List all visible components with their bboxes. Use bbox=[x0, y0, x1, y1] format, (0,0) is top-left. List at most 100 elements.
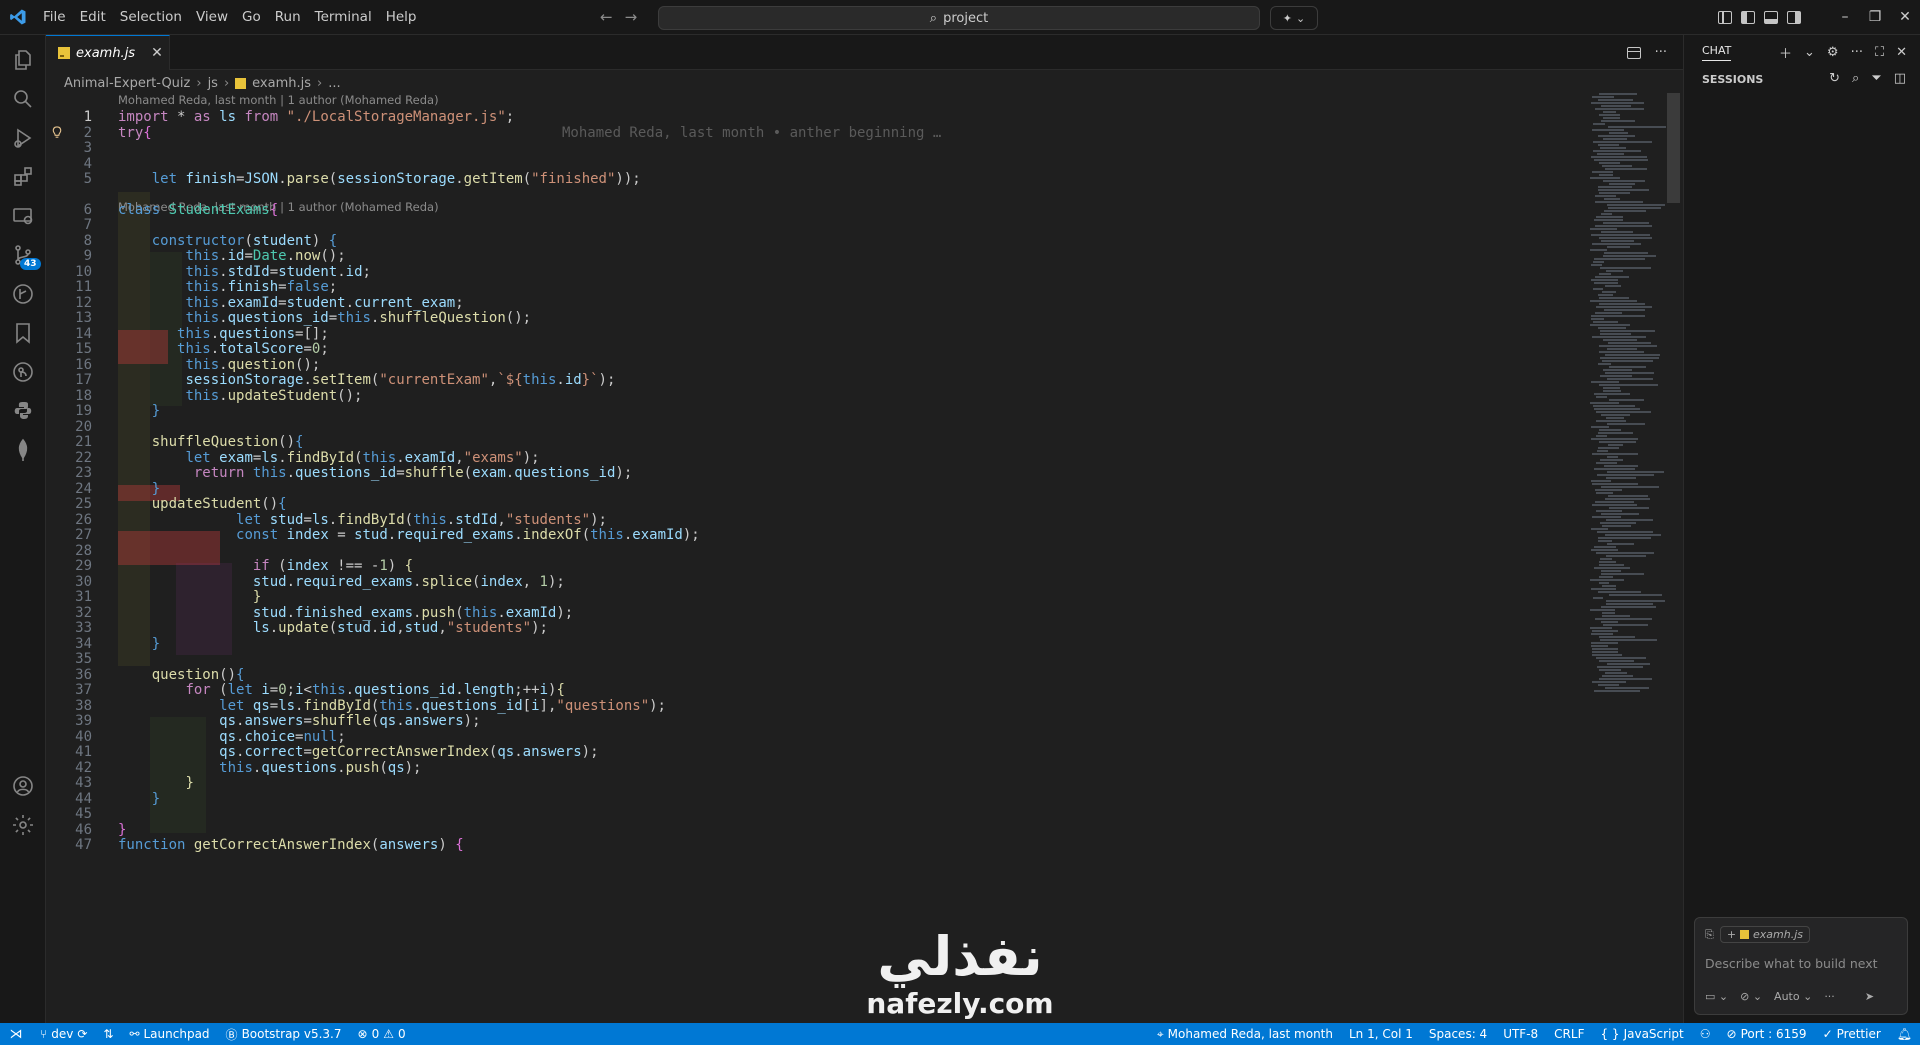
model-picker[interactable]: Auto ⌄ bbox=[1774, 990, 1812, 1003]
tab-examh-js[interactable]: examh.js ✕ bbox=[46, 35, 170, 70]
minimap-line bbox=[1596, 216, 1623, 218]
minimap-line bbox=[1599, 564, 1624, 566]
toggle-secondary-sidebar-icon[interactable] bbox=[1787, 11, 1801, 24]
breadcrumb-file[interactable]: examh.js bbox=[252, 76, 311, 91]
minimap-line bbox=[1599, 93, 1637, 95]
close-icon[interactable]: ✕ bbox=[151, 45, 163, 61]
code-line[interactable]: 5 let finish=JSON.parse(sessionStorage.g… bbox=[46, 170, 1546, 189]
tools-icon[interactable]: ⊘ ⌄ bbox=[1740, 990, 1762, 1003]
minimap-line bbox=[1597, 666, 1643, 668]
editor-group: examh.js ✕ ··· Animal-Expert-Quiz › js ›… bbox=[46, 35, 1683, 1023]
cursor-position[interactable]: Ln 1, Col 1 bbox=[1341, 1027, 1421, 1041]
minimap-line bbox=[1594, 690, 1640, 692]
javascript-file-icon bbox=[1740, 930, 1750, 939]
menu-terminal[interactable]: Terminal bbox=[308, 9, 379, 25]
chat-input-box[interactable]: ⎘ + examh.js Describe what to build next… bbox=[1694, 917, 1908, 1015]
minimap-line bbox=[1607, 471, 1664, 473]
bootstrap-indicator[interactable]: Ⓑ Bootstrap v5.3.7 bbox=[218, 1026, 350, 1043]
vertical-scrollbar[interactable] bbox=[1667, 93, 1680, 203]
menu-help[interactable]: Help bbox=[379, 9, 424, 25]
prettier-status[interactable]: ✓ Prettier bbox=[1815, 1027, 1889, 1041]
more-actions-icon[interactable]: ··· bbox=[1824, 990, 1835, 1003]
minimap-line bbox=[1603, 369, 1632, 371]
minimap-line bbox=[1606, 603, 1653, 605]
context-file-chip[interactable]: + examh.js bbox=[1719, 926, 1811, 943]
menu-view[interactable]: View bbox=[189, 9, 235, 25]
breadcrumb-symbol[interactable]: ... bbox=[328, 76, 340, 91]
copilot-status-icon[interactable]: ⚇ bbox=[1692, 1027, 1719, 1041]
code-line[interactable]: 47 function getCorrectAnswerIndex(answers… bbox=[46, 836, 1546, 855]
tab-chat[interactable]: CHAT bbox=[1702, 44, 1732, 61]
gear-icon[interactable]: ⚙ bbox=[1827, 45, 1839, 60]
filter-icon[interactable]: ⏷ bbox=[1871, 71, 1881, 86]
menu-edit[interactable]: Edit bbox=[73, 9, 113, 25]
more-actions-icon[interactable]: ··· bbox=[1851, 45, 1863, 60]
minimap-line bbox=[1606, 477, 1636, 479]
manage-gear-icon[interactable] bbox=[0, 802, 46, 848]
refresh-icon[interactable]: ↻ bbox=[1829, 71, 1840, 86]
remote-indicator-icon[interactable]: ⋊ bbox=[0, 1023, 32, 1045]
menu-run[interactable]: Run bbox=[268, 9, 308, 25]
minimap-line bbox=[1603, 180, 1645, 182]
branch-indicator[interactable]: ⑂ dev ⟳ bbox=[32, 1027, 95, 1041]
maximize-icon[interactable]: ⛶ bbox=[1875, 45, 1884, 60]
language-mode[interactable]: { } JavaScript bbox=[1592, 1027, 1691, 1041]
minimap-line bbox=[1600, 375, 1632, 377]
minimap-line bbox=[1590, 249, 1607, 251]
more-actions-icon[interactable]: ··· bbox=[1655, 45, 1667, 60]
attach-icon[interactable]: ⎘ bbox=[1705, 928, 1714, 942]
indentation[interactable]: Spaces: 4 bbox=[1421, 1027, 1495, 1041]
close-icon[interactable]: ✕ bbox=[1896, 45, 1907, 60]
search-icon[interactable]: ⌕ bbox=[1852, 71, 1859, 86]
encoding[interactable]: UTF-8 bbox=[1495, 1027, 1546, 1041]
restore-icon[interactable]: ❐ bbox=[1860, 0, 1890, 35]
send-icon[interactable]: ➤ bbox=[1865, 990, 1874, 1003]
notifications-bell-icon[interactable]: 🔔︎ bbox=[1889, 1027, 1920, 1041]
minimap-line bbox=[1595, 201, 1643, 203]
new-chat-icon[interactable]: ＋ bbox=[1779, 43, 1792, 62]
customize-layout-icon[interactable] bbox=[1718, 11, 1732, 24]
copilot-button[interactable]: ✦ ⌄ bbox=[1270, 6, 1318, 30]
launchpad-indicator[interactable]: ⚯ Launchpad bbox=[121, 1027, 217, 1041]
agent-mode-icon[interactable]: ▭ ⌄ bbox=[1705, 990, 1728, 1003]
back-arrow-icon[interactable]: ← bbox=[600, 8, 613, 26]
minimap-line bbox=[1599, 273, 1611, 275]
toggle-sidebar-icon[interactable]: ◫ bbox=[1894, 71, 1906, 86]
minimap-line bbox=[1596, 492, 1613, 494]
minimap-line bbox=[1603, 387, 1620, 389]
split-editor-icon[interactable] bbox=[1626, 46, 1641, 59]
breadcrumb-folder-js[interactable]: js bbox=[208, 76, 218, 91]
code-editor[interactable]: Mohamed Reda, last month | 1 author (Moh… bbox=[46, 93, 1546, 1023]
live-server-port[interactable]: ⊘ Port : 6159 bbox=[1719, 1027, 1815, 1041]
chat-input-placeholder[interactable]: Describe what to build next bbox=[1705, 956, 1878, 971]
close-window-icon[interactable]: ✕ bbox=[1890, 0, 1920, 35]
git-blame-status[interactable]: ⌖ Mohamed Reda, last month bbox=[1149, 1027, 1341, 1042]
minimap-line bbox=[1591, 633, 1613, 635]
minimap-line bbox=[1609, 183, 1635, 185]
toggle-panel-icon[interactable] bbox=[1764, 11, 1778, 24]
command-center-search[interactable]: ⌕ project bbox=[658, 6, 1260, 30]
toggle-primary-sidebar-icon[interactable] bbox=[1741, 11, 1755, 24]
breadcrumb-folder[interactable]: Animal-Expert-Quiz bbox=[64, 76, 190, 91]
window-controls: – ❐ ✕ bbox=[1830, 0, 1920, 35]
mongodb-icon[interactable] bbox=[0, 427, 46, 473]
problems-indicator[interactable]: ⊗ 0 ⚠ 0 bbox=[350, 1027, 414, 1041]
forward-arrow-icon[interactable]: → bbox=[625, 8, 638, 26]
minimap[interactable] bbox=[1586, 93, 1676, 1023]
menu-selection[interactable]: Selection bbox=[113, 9, 189, 25]
inline-blame-annotation: Mohamed Reda, last month • anther beginn… bbox=[562, 125, 942, 141]
menu-file[interactable]: File bbox=[36, 9, 73, 25]
chevron-down-icon: ⌄ bbox=[1296, 11, 1306, 25]
minimap-line bbox=[1593, 150, 1641, 152]
pr-icon[interactable]: ⇅ bbox=[95, 1027, 121, 1041]
menu-go[interactable]: Go bbox=[235, 9, 268, 25]
minimize-icon[interactable]: – bbox=[1830, 0, 1860, 35]
chevron-down-icon[interactable]: ⌄ bbox=[1804, 45, 1815, 60]
end-of-line[interactable]: CRLF bbox=[1546, 1027, 1592, 1041]
minimap-line bbox=[1601, 513, 1639, 515]
minimap-line bbox=[1590, 228, 1617, 230]
minimap-line bbox=[1608, 495, 1648, 497]
minimap-line bbox=[1598, 447, 1619, 449]
git-blame-codelens[interactable]: Mohamed Reda, last month | 1 author (Moh… bbox=[118, 93, 439, 108]
minimap-line bbox=[1605, 687, 1649, 689]
